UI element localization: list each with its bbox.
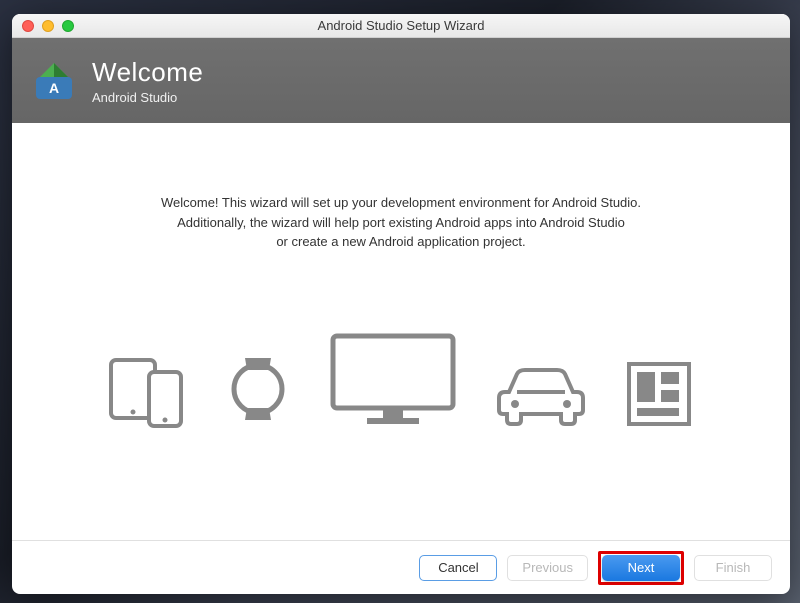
next-button[interactable]: Next <box>602 555 680 581</box>
monitor-icon <box>329 332 457 428</box>
welcome-text: Welcome! This wizard will set up your de… <box>161 193 641 252</box>
android-studio-icon: A <box>30 57 78 105</box>
welcome-line-2: Additionally, the wizard will help port … <box>161 213 641 233</box>
device-illustrations <box>109 332 693 428</box>
content-area: Welcome! This wizard will set up your de… <box>12 123 790 540</box>
maximize-icon[interactable] <box>62 20 74 32</box>
things-grid-icon <box>625 360 693 428</box>
cancel-button[interactable]: Cancel <box>419 555 497 581</box>
close-icon[interactable] <box>22 20 34 32</box>
welcome-line-3: or create a new Android application proj… <box>161 232 641 252</box>
header-banner: A Welcome Android Studio <box>12 38 790 123</box>
next-button-highlight: Next <box>598 551 684 585</box>
banner-title: Welcome <box>92 57 203 88</box>
watch-icon <box>225 350 291 428</box>
phone-tablet-icon <box>109 356 187 428</box>
car-icon <box>495 364 587 428</box>
banner-subtitle: Android Studio <box>92 90 203 105</box>
window-title: Android Studio Setup Wizard <box>12 18 790 33</box>
button-bar: Cancel Previous Next Finish <box>12 540 790 594</box>
minimize-icon[interactable] <box>42 20 54 32</box>
banner-text: Welcome Android Studio <box>92 57 203 105</box>
welcome-line-1: Welcome! This wizard will set up your de… <box>161 193 641 213</box>
window-controls <box>22 20 74 32</box>
finish-button: Finish <box>694 555 772 581</box>
wizard-window: Android Studio Setup Wizard A Welcome An… <box>12 14 790 594</box>
previous-button: Previous <box>507 555 588 581</box>
svg-text:A: A <box>49 80 59 96</box>
titlebar: Android Studio Setup Wizard <box>12 14 790 38</box>
